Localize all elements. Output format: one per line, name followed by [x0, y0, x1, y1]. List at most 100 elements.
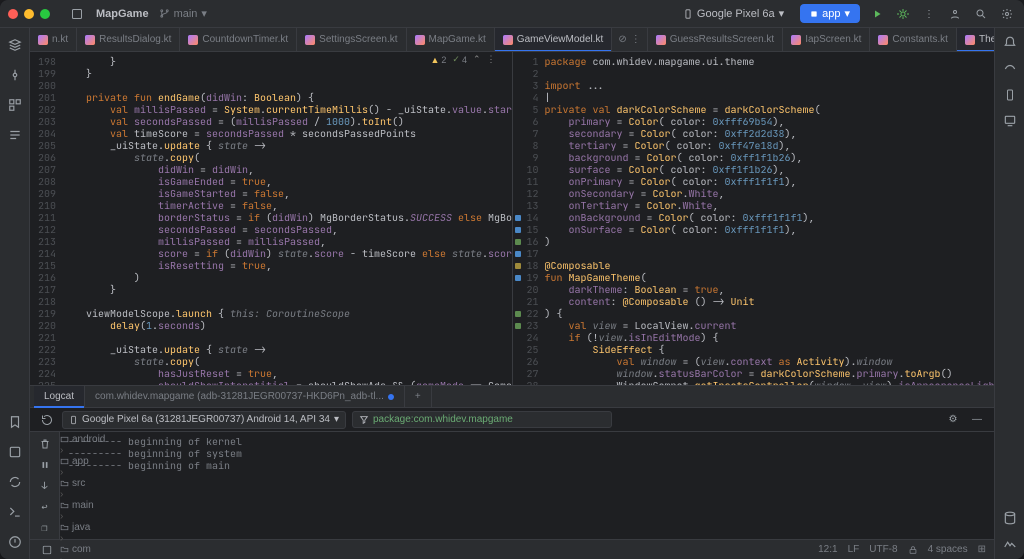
run-config-selector[interactable]: app ▾ — [800, 4, 860, 23]
split-icon[interactable]: ❐ — [36, 520, 54, 535]
kotlin-file-icon — [85, 35, 95, 45]
inspection-badges[interactable]: ▲2 ✓4 ⌃ ⋮ — [430, 54, 495, 65]
scroll-end-icon[interactable]: ↓ — [36, 478, 54, 493]
sync-icon[interactable] — [4, 471, 26, 493]
logcat-tab[interactable]: Logcat — [34, 386, 85, 407]
file-tab[interactable]: SettingsScreen.kt — [297, 28, 406, 51]
project-icon[interactable] — [68, 5, 86, 23]
more-icon[interactable]: ⋮ — [487, 54, 496, 65]
notifications-icon[interactable] — [1001, 34, 1019, 52]
tab-label: ResultsDialog.kt — [99, 34, 171, 45]
tab-label: MapGame.kt — [429, 34, 486, 45]
pause-log-icon[interactable] — [36, 457, 54, 472]
kotlin-file-icon — [878, 35, 888, 45]
search-icon[interactable] — [972, 5, 990, 23]
file-tab[interactable]: GameViewModel.kt — [495, 28, 613, 51]
logcat-side-toolbar: ↓ ↩ ❐ — [30, 432, 60, 539]
file-tab[interactable]: n.kt — [30, 28, 77, 51]
bookmarks-tool-icon[interactable] — [4, 411, 26, 433]
structure-tool-icon[interactable] — [4, 124, 26, 146]
indent-setting[interactable]: 4 spaces — [928, 544, 968, 555]
breadcrumb-segment[interactable]: android — [60, 434, 116, 445]
pin-icon[interactable]: ⊘ — [618, 34, 626, 45]
tab-label: GameViewModel.kt — [517, 34, 604, 45]
restart-logcat-icon[interactable] — [38, 411, 56, 429]
code-area-right[interactable]: 1234567891011121314151617181920212223242… — [513, 52, 995, 385]
build-variants-icon[interactable] — [4, 441, 26, 463]
kotlin-file-icon — [503, 35, 513, 45]
kotlin-file-icon — [791, 35, 801, 45]
logcat-filter-input[interactable]: package:com.whidev.mapgame — [352, 411, 612, 428]
line-separator[interactable]: LF — [848, 544, 860, 555]
breadcrumb-bar: android › app › src › main › java › com … — [30, 539, 994, 559]
run-button[interactable] — [868, 5, 886, 23]
file-tab[interactable]: ResultsDialog.kt — [77, 28, 180, 51]
file-encoding[interactable]: UTF-8 — [869, 544, 897, 555]
tab-label: SettingsScreen.kt — [319, 34, 397, 45]
database-icon[interactable] — [1001, 509, 1019, 527]
git-branch[interactable]: main ▾ — [159, 7, 207, 20]
resource-manager-icon[interactable] — [4, 94, 26, 116]
minimize-icon[interactable] — [24, 9, 34, 19]
gradle-icon[interactable] — [1001, 60, 1019, 78]
code-area-left[interactable]: 1981992002012022032042052062072082092102… — [30, 52, 512, 385]
titlebar: MapGame main ▾ Google Pixel 6a ▾ app ▾ ⋮ — [0, 0, 1024, 28]
breadcrumb-segment[interactable]: src — [60, 478, 116, 489]
add-tab-button[interactable]: + — [405, 386, 432, 407]
device-selector[interactable]: Google Pixel 6a ▾ — [675, 4, 792, 23]
collapse-panel-icon[interactable]: — — [968, 411, 986, 429]
code-with-me-icon[interactable] — [946, 5, 964, 23]
memory-icon[interactable]: ⊞ — [978, 544, 986, 555]
debug-button[interactable] — [894, 5, 912, 23]
tab-label: n.kt — [52, 34, 68, 45]
close-icon[interactable] — [8, 9, 18, 19]
breadcrumb-segment[interactable]: java — [60, 522, 116, 533]
problems-tool-icon[interactable] — [4, 531, 26, 553]
commit-tool-icon[interactable] — [4, 64, 26, 86]
file-tab[interactable]: MapGame.kt — [407, 28, 495, 51]
tab-actions[interactable]: ⊘ ⋮ — [612, 28, 647, 51]
tab-label: IapScreen.kt — [805, 34, 861, 45]
logcat-process-tab[interactable]: com.whidev.mapgame (adb-31281JEGR00737-H… — [85, 386, 405, 407]
editor-left: ▲2 ✓4 ⌃ ⋮ 198199200201202203204205206207… — [30, 52, 513, 385]
file-tab[interactable]: IapScreen.kt — [783, 28, 870, 51]
file-tab[interactable]: Theme.kt — [957, 28, 994, 51]
left-toolstrip — [0, 28, 30, 559]
file-tab[interactable]: CountdownTimer.kt — [180, 28, 297, 51]
file-tab[interactable]: Constants.kt — [870, 28, 957, 51]
emulator-icon[interactable] — [1001, 112, 1019, 130]
inspection-indicator-icon[interactable]: ⌃ — [473, 54, 481, 65]
kotlin-file-icon — [656, 35, 666, 45]
breadcrumb-segment[interactable]: app — [60, 456, 116, 467]
more-actions-button[interactable]: ⋮ — [920, 5, 938, 23]
editor-right: 1234567891011121314151617181920212223242… — [513, 52, 995, 385]
kotlin-file-icon — [305, 35, 315, 45]
settings-icon[interactable] — [998, 5, 1016, 23]
window-controls[interactable] — [8, 9, 50, 19]
chevron-down-icon: ▾ — [201, 7, 207, 20]
tab-label: GuessResultsScreen.kt — [670, 34, 775, 45]
logcat-settings-icon[interactable]: ⚙ — [944, 411, 962, 429]
caret-position[interactable]: 12:1 — [818, 544, 837, 555]
breadcrumb-segment[interactable]: main — [60, 500, 116, 511]
project-name[interactable]: MapGame — [96, 8, 149, 20]
logcat-toolbar: Google Pixel 6a (31281JEGR00737) Android… — [30, 408, 994, 432]
breadcrumb-segment[interactable]: com — [60, 544, 116, 555]
kotlin-file-icon — [415, 35, 425, 45]
terminal-tool-icon[interactable] — [4, 501, 26, 523]
filter-icon — [359, 415, 369, 425]
kotlin-file-icon — [188, 35, 198, 45]
clear-log-icon[interactable] — [36, 436, 54, 451]
device-manager-icon[interactable] — [1001, 86, 1019, 104]
maximize-icon[interactable] — [40, 9, 50, 19]
lock-icon[interactable] — [908, 545, 918, 555]
logcat-output[interactable]: --------- beginning of kernel --------- … — [60, 432, 994, 539]
file-tab[interactable]: GuessResultsScreen.kt — [648, 28, 784, 51]
profiler-icon[interactable] — [1001, 535, 1019, 553]
project-tool-icon[interactable] — [4, 34, 26, 56]
logcat-device-dropdown[interactable]: Google Pixel 6a (31281JEGR00737) Android… — [62, 411, 346, 429]
warning-icon: ▲ — [430, 55, 439, 65]
nav-home-icon[interactable] — [38, 541, 56, 559]
wrap-icon[interactable]: ↩ — [36, 499, 54, 514]
branch-name: main — [174, 8, 198, 20]
